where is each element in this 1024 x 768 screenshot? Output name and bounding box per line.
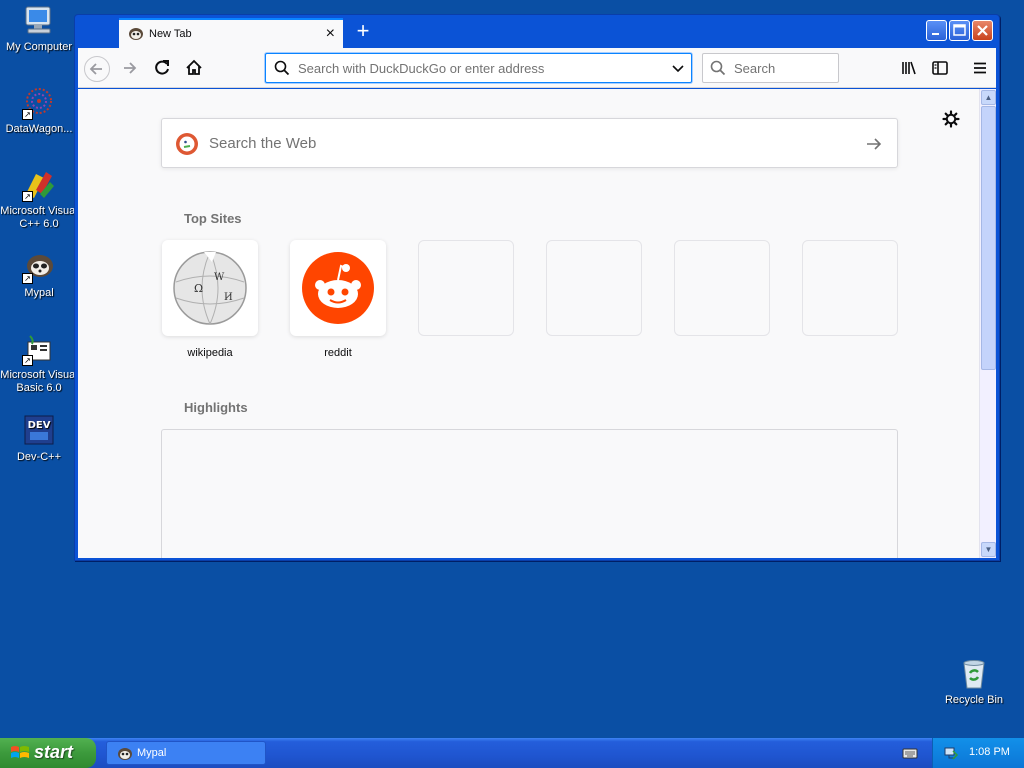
top-sites-heading: Top Sites <box>184 211 242 226</box>
visual-cpp-icon: ↗ <box>22 168 56 202</box>
top-site-label[interactable]: wikipedia <box>162 347 258 359</box>
keyboard-icon[interactable] <box>902 746 918 760</box>
desktop-icon-label: DataWagon... <box>5 123 73 135</box>
top-site-empty[interactable] <box>418 240 514 336</box>
start-label: start <box>34 742 74 762</box>
mypal-favicon-icon <box>128 27 144 41</box>
desktop-icon-visual-basic[interactable]: ↗ Microsoft Visual Basic 6.0 <box>0 332 78 395</box>
desktop-icon-label: Microsoft Visual Basic 6.0 <box>0 369 78 394</box>
arrow-right-icon[interactable] <box>865 135 883 153</box>
browser-window: New Tab × + Search with DuckDuckGo or en… <box>74 14 1000 561</box>
home-button[interactable] <box>181 56 207 82</box>
sidebar-icon[interactable] <box>931 59 949 77</box>
desktop-icon-dev-cpp[interactable]: DEV Dev-C++ <box>0 414 78 464</box>
home-icon <box>186 59 202 75</box>
tab-bar: New Tab × + <box>78 17 996 48</box>
taskbar-item-label: Mypal <box>137 747 167 759</box>
shortcut-arrow-icon: ↗ <box>22 109 33 120</box>
desktop-icon-datawagon[interactable]: ↗ DataWagon... <box>0 86 78 136</box>
visual-basic-icon: ↗ <box>22 332 56 366</box>
reddit-alien-icon <box>302 252 374 324</box>
scroll-down-icon[interactable]: ▼ <box>981 542 996 557</box>
duckduckgo-icon <box>175 132 199 156</box>
svg-text:Ω: Ω <box>194 282 203 295</box>
vertical-scrollbar[interactable]: ▲ ▼ <box>979 89 996 558</box>
top-site-empty[interactable] <box>674 240 770 336</box>
recycle-bin-icon <box>957 657 991 691</box>
system-tray: 1:08 PM <box>932 738 1024 768</box>
reload-icon <box>155 60 169 75</box>
gear-icon[interactable] <box>942 110 960 128</box>
highlights-heading: Highlights <box>184 400 248 415</box>
url-bar[interactable]: Search with DuckDuckGo or enter address <box>265 53 692 83</box>
minimize-button[interactable] <box>926 20 947 41</box>
new-tab-button[interactable]: + <box>350 19 376 45</box>
desktop-icon-label: Dev-C++ <box>16 451 62 463</box>
wikipedia-globe-icon: Ω W И <box>173 251 247 325</box>
taskbar-item-mypal[interactable]: Mypal <box>106 741 266 765</box>
shortcut-arrow-icon: ↗ <box>22 191 33 202</box>
menu-icon[interactable] <box>971 59 989 77</box>
close-icon <box>977 25 988 36</box>
desktop-icon-label: My Computer <box>5 41 73 53</box>
forward-button[interactable] <box>117 56 143 82</box>
svg-text:И: И <box>224 292 233 303</box>
reload-button[interactable] <box>149 56 175 82</box>
top-site-empty[interactable] <box>546 240 642 336</box>
tab-title: New Tab <box>149 28 192 40</box>
close-window-button[interactable] <box>972 20 993 41</box>
desktop-icon-my-computer[interactable]: My Computer <box>0 4 78 54</box>
top-site-label[interactable]: reddit <box>290 347 386 359</box>
desktop-icon-label: Microsoft Visual C++ 6.0 <box>0 205 78 230</box>
computer-icon <box>22 4 56 38</box>
tab-new-tab[interactable]: New Tab × <box>119 18 343 48</box>
scrollbar-thumb[interactable] <box>981 106 996 370</box>
search-bar-placeholder: Search <box>734 61 776 76</box>
datawagon-icon: ↗ <box>22 86 56 120</box>
highlights-panel <box>161 429 898 558</box>
network-icon[interactable] <box>943 745 959 761</box>
maximize-button[interactable] <box>949 20 970 41</box>
tab-close-icon[interactable]: × <box>326 25 335 43</box>
mypal-icon <box>117 747 133 761</box>
search-bar[interactable]: Search <box>702 53 839 83</box>
svg-text:DEV: DEV <box>28 420 51 431</box>
top-site-reddit[interactable] <box>290 240 386 336</box>
desktop-icon-mypal[interactable]: ↗ Mypal <box>0 250 78 300</box>
forward-arrow-icon <box>124 62 137 74</box>
desktop-icon-recycle-bin[interactable]: Recycle Bin <box>935 657 1013 707</box>
top-site-wikipedia[interactable]: Ω W И <box>162 240 258 336</box>
web-search-box[interactable]: Search the Web <box>161 118 898 168</box>
minimize-icon <box>932 33 939 35</box>
back-button[interactable] <box>84 56 110 82</box>
desktop-icon-label: Mypal <box>24 287 54 299</box>
shortcut-arrow-icon: ↗ <box>22 355 33 366</box>
library-icon[interactable] <box>900 59 918 77</box>
scroll-up-icon[interactable]: ▲ <box>981 90 996 105</box>
url-bar-placeholder: Search with DuckDuckGo or enter address <box>298 61 545 76</box>
svg-text:W: W <box>214 272 225 283</box>
windows-logo-icon <box>10 744 30 762</box>
chevron-down-icon[interactable] <box>671 61 685 75</box>
mypal-icon: ↗ <box>22 250 56 284</box>
new-tab-page: Search the Web Top Sites Ω W И wikipedia <box>78 89 996 558</box>
top-site-empty[interactable] <box>802 240 898 336</box>
taskbar: start Mypal 1:08 PM <box>0 738 1024 768</box>
clock: 1:08 PM <box>969 746 1010 758</box>
search-icon <box>710 60 726 76</box>
maximize-icon <box>953 24 966 36</box>
dev-cpp-icon: DEV <box>22 414 56 448</box>
shortcut-arrow-icon: ↗ <box>22 273 33 284</box>
start-button[interactable]: start <box>0 738 96 768</box>
web-search-placeholder: Search the Web <box>209 135 317 152</box>
navigation-toolbar: Search with DuckDuckGo or enter address … <box>78 48 996 88</box>
desktop-icon-visual-cpp[interactable]: ↗ Microsoft Visual C++ 6.0 <box>0 168 78 231</box>
search-icon <box>274 60 290 76</box>
desktop-icon-label: Recycle Bin <box>944 694 1004 706</box>
back-arrow-icon <box>89 63 102 75</box>
